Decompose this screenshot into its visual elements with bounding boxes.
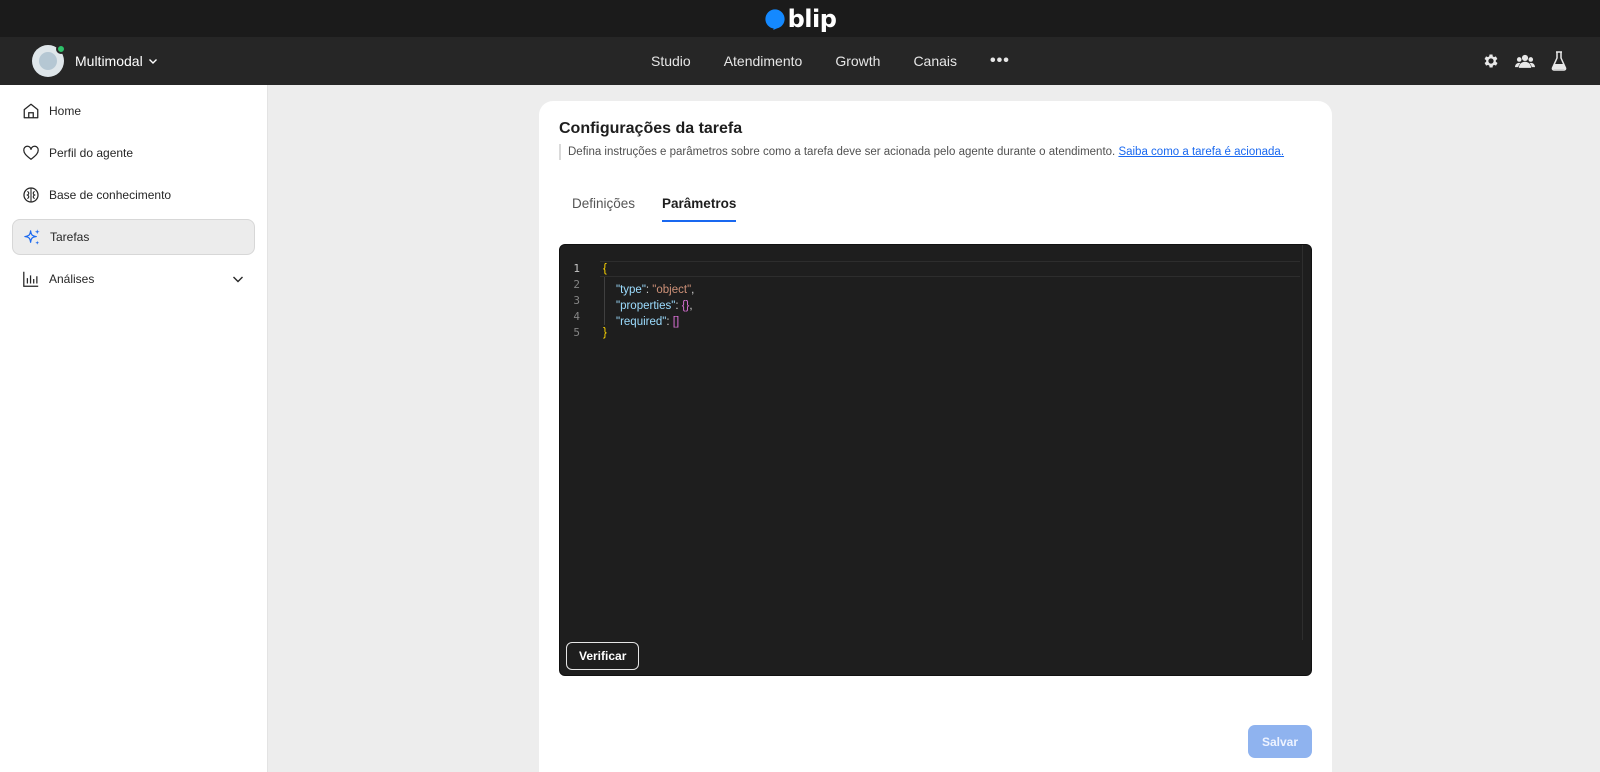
heart-icon [21, 143, 41, 163]
sidebar-item-label: Base de conhecimento [49, 188, 172, 202]
sidebar-item-label: Tarefas [50, 230, 90, 244]
chat-bubble-icon [764, 8, 785, 30]
code-line: 2 "type": "object", [560, 277, 694, 296]
page-description: Defina instruções e parâmetros sobre com… [559, 144, 1284, 160]
nav-link-canais[interactable]: Canais [913, 53, 957, 69]
current-line-highlight [600, 261, 1300, 277]
chevron-down-icon[interactable] [231, 272, 245, 286]
avatar [32, 44, 66, 77]
line-number: 5 [573, 326, 580, 339]
brand-bar: blip [0, 0, 1600, 37]
line-number: 2 [573, 278, 580, 291]
page-title: Configurações da tarefa [559, 120, 743, 137]
code-line: 3 "properties": {}, [560, 293, 694, 312]
description-text: Defina instruções e parâmetros sobre com… [568, 146, 1116, 158]
task-config-card: Configurações da tarefa Defina instruçõe… [539, 101, 1332, 772]
chevron-down-icon [148, 59, 157, 64]
sparkle-icon [22, 227, 42, 247]
line-number: 3 [573, 294, 580, 307]
indent-guide [604, 309, 616, 325]
line-number: 4 [573, 310, 580, 323]
brand-logo[interactable]: blip [764, 5, 837, 33]
sidebar-item-tarefas[interactable]: Tarefas [12, 219, 255, 255]
token-array: [] [672, 316, 680, 328]
more-menu-button[interactable]: ••• [990, 52, 1010, 70]
sidebar-item-home[interactable]: Home [12, 93, 255, 129]
save-button[interactable]: Salvar [1248, 725, 1312, 758]
brain-icon [21, 185, 41, 205]
token-key: "required" [616, 316, 667, 328]
line-number: 1 [573, 262, 580, 275]
sidebar-item-base[interactable]: Base de conhecimento [12, 177, 255, 213]
home-icon [21, 101, 41, 121]
brand-name: blip [787, 4, 837, 33]
token-brace: { [603, 263, 607, 275]
sidebar-item-label: Home [49, 104, 82, 118]
json-code-editor[interactable]: 1 { 2 "type": "object", 3 "properties": … [559, 244, 1312, 676]
nav-link-growth[interactable]: Growth [835, 53, 880, 69]
code-content: 1 { 2 "type": "object", 3 "properties": … [560, 261, 694, 341]
main-nav: Studio Atendimento Growth Canais ••• [651, 37, 1010, 85]
account-switcher[interactable]: Multimodal [32, 44, 159, 77]
tab-definicoes[interactable]: Definições [572, 196, 635, 222]
code-line: 4 "required": [] [560, 309, 694, 328]
sidebar-item-label: Análises [49, 272, 95, 286]
online-status-dot [56, 44, 66, 54]
editor-ruler [1302, 245, 1303, 640]
nav-link-studio[interactable]: Studio [651, 53, 691, 69]
tab-bar: Definições Parâmetros [572, 196, 763, 222]
sidebar: Home Perfil do agente Base de conhecimen… [0, 85, 268, 772]
avatar-image [39, 52, 57, 70]
indent-guide [604, 293, 616, 309]
indent-guide [604, 277, 616, 293]
sidebar-item-label: Perfil do agente [49, 146, 134, 160]
token-brace: } [603, 327, 607, 339]
nav-actions [1480, 50, 1570, 72]
account-name: Multimodal [75, 53, 143, 69]
code-line: 1 { [560, 261, 694, 277]
sidebar-item-analises[interactable]: Análises [12, 261, 255, 297]
chart-icon [21, 269, 41, 289]
help-link[interactable]: Saiba como a tarefa é acionada. [1118, 146, 1284, 158]
nav-link-atendimento[interactable]: Atendimento [724, 53, 803, 69]
gear-icon[interactable] [1480, 50, 1502, 72]
people-icon[interactable] [1514, 50, 1536, 72]
token-comma: , [689, 300, 693, 312]
verify-button[interactable]: Verificar [566, 642, 640, 670]
flask-icon[interactable] [1548, 50, 1570, 72]
sidebar-item-perfil[interactable]: Perfil do agente [12, 135, 255, 171]
tab-parametros[interactable]: Parâmetros [662, 196, 737, 222]
top-navbar: Multimodal Studio Atendimento Growth Can… [0, 37, 1600, 85]
